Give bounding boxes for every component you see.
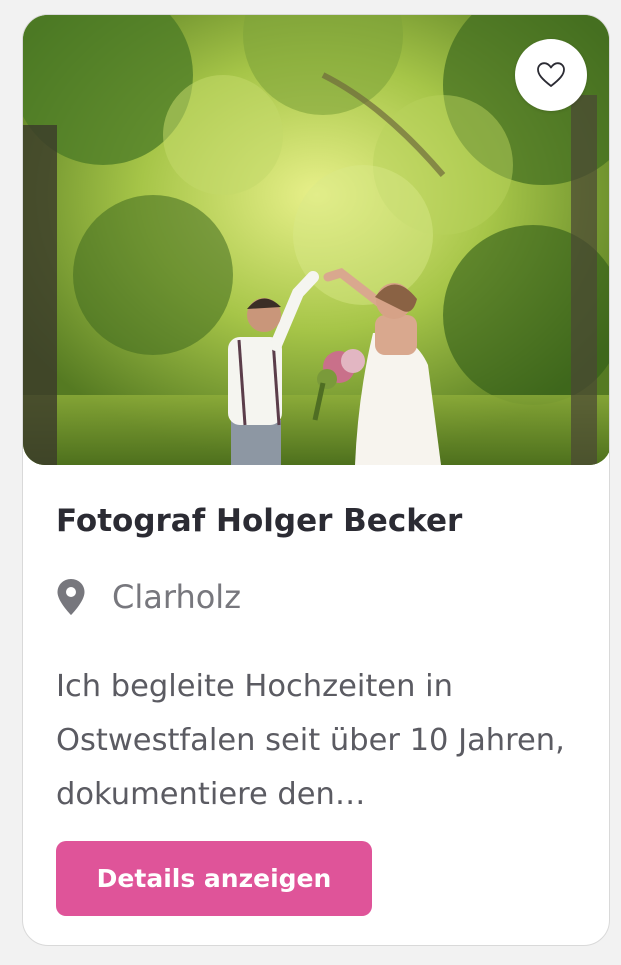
vendor-card: Fotograf Holger Becker Clarholz Ich begl… bbox=[22, 14, 610, 946]
heart-outline-icon bbox=[537, 62, 565, 87]
vendor-photo[interactable] bbox=[23, 15, 609, 465]
location-label: Clarholz bbox=[112, 578, 241, 616]
vendor-title[interactable]: Fotograf Holger Becker bbox=[56, 501, 586, 541]
favorite-button[interactable] bbox=[515, 39, 587, 111]
details-button[interactable]: Details anzeigen bbox=[56, 841, 372, 916]
vendor-description: Ich begleite Hochzeiten in Ostwestfalen … bbox=[56, 669, 565, 812]
map-pin-icon bbox=[56, 575, 100, 619]
vendor-location: Clarholz bbox=[56, 575, 241, 619]
